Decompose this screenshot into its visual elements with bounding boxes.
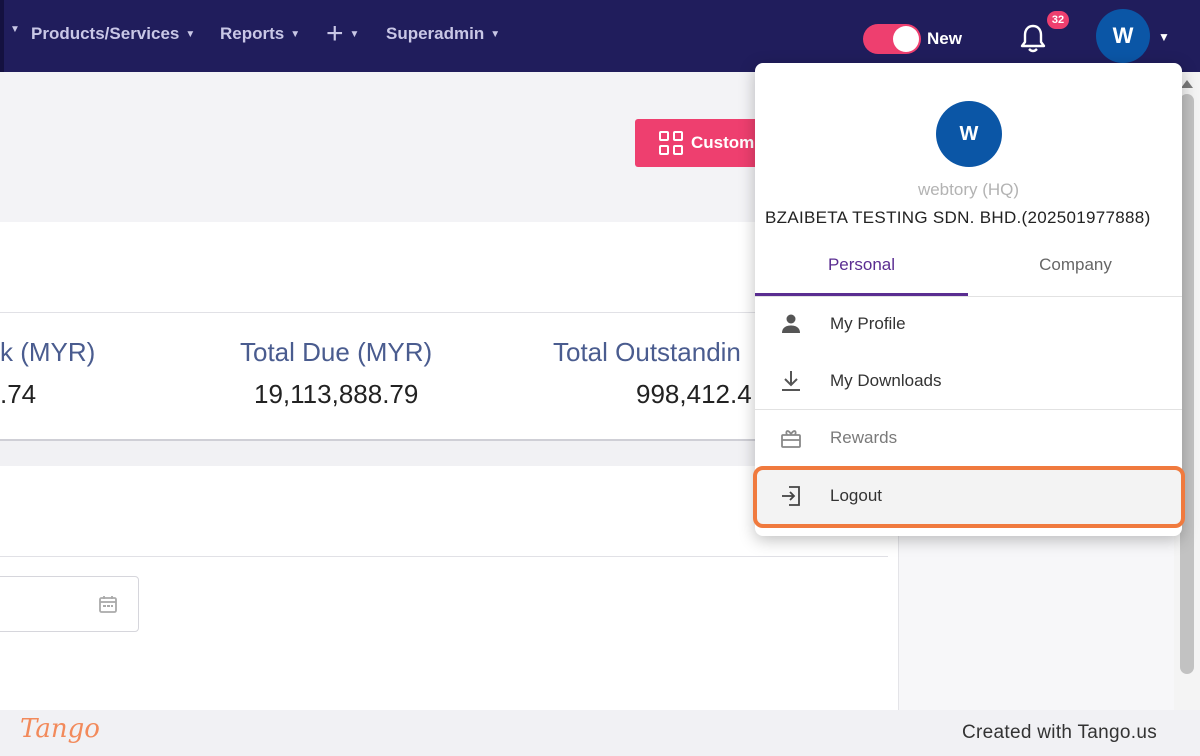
stat-title: Total Outstandin [553, 337, 741, 367]
grid-icon [659, 131, 683, 155]
bell-icon[interactable] [1018, 22, 1048, 54]
plus-icon: + [326, 17, 344, 50]
chevron-down-icon: ▼ [349, 28, 360, 40]
nav-products-services-label: Products/Services [31, 24, 180, 43]
gift-icon [781, 430, 801, 448]
divider [0, 439, 760, 441]
chevron-down-icon[interactable]: ▼ [1158, 30, 1170, 44]
logout-icon [782, 486, 800, 506]
stat-title: Total Due (MYR) [240, 337, 433, 367]
chevron-down-icon: ▼ [185, 28, 196, 40]
nav-reports-label: Reports [220, 24, 285, 43]
footer-credit: Created with Tango.us [962, 722, 1158, 743]
chevron-down-icon: ▼ [290, 28, 301, 40]
download-icon [782, 371, 800, 391]
date-input[interactable] [0, 576, 139, 632]
tango-logo: Tango [20, 714, 100, 744]
menu-item-label: Rewards [830, 428, 898, 447]
scrollbar-thumb[interactable] [1180, 94, 1194, 674]
dropdown-company-name: BZAIBETA TESTING SDN. BHD.(202501977888) [765, 208, 1151, 227]
nav-add[interactable]: + ▼ [326, 17, 360, 50]
nav-edge [0, 0, 4, 72]
nav-superadmin[interactable]: Superadmin ▼ [386, 24, 500, 44]
tab-personal[interactable]: Personal [755, 255, 968, 275]
menu-item-label: Logout [830, 486, 882, 505]
nav-reports[interactable]: Reports ▼ [220, 24, 300, 44]
nav-products-services[interactable]: Products/Services ▼ [31, 24, 195, 44]
profile-dropdown: W webtory (HQ) BZAIBETA TESTING SDN. BHD… [753, 63, 1185, 536]
dropdown-username: webtory (HQ) [917, 180, 1020, 199]
nav-superadmin-label: Superadmin [386, 24, 485, 43]
menu-item-my-profile[interactable]: My Profile [755, 296, 1182, 352]
toggle-knob [893, 26, 919, 52]
divider [0, 556, 888, 557]
toggle-label: New [927, 29, 962, 48]
menu-item-my-downloads[interactable]: My Downloads [755, 353, 1182, 409]
stat-value: 998,412.4 [636, 379, 752, 409]
menu-item-rewards[interactable]: Rewards [755, 410, 1182, 466]
customize-button[interactable]: Custom [635, 119, 770, 167]
new-ui-toggle[interactable] [863, 24, 921, 54]
chevron-down-icon: ▼ [490, 28, 501, 40]
divider [0, 312, 760, 313]
scroll-up-arrow-icon[interactable] [1181, 80, 1193, 88]
nav-caret-partial[interactable]: ▼ [10, 24, 20, 35]
menu-item-label: My Downloads [830, 371, 942, 390]
stat-value: .74 [0, 379, 37, 409]
menu-item-label: My Profile [830, 314, 906, 333]
customize-button-label: Custom [691, 133, 755, 152]
notification-badge: 32 [1047, 11, 1069, 29]
menu-item-logout[interactable]: Logout [755, 468, 1182, 524]
chevron-down-icon: ▼ [10, 24, 20, 35]
dropdown-avatar: W [936, 101, 1002, 167]
stat-title: k (MYR) [0, 337, 96, 367]
user-avatar-button[interactable]: W [1096, 9, 1150, 63]
stat-value: 19,113,888.79 [254, 379, 419, 409]
tab-company[interactable]: Company [969, 255, 1182, 275]
calendar-icon[interactable] [98, 594, 118, 614]
person-icon [782, 314, 800, 333]
